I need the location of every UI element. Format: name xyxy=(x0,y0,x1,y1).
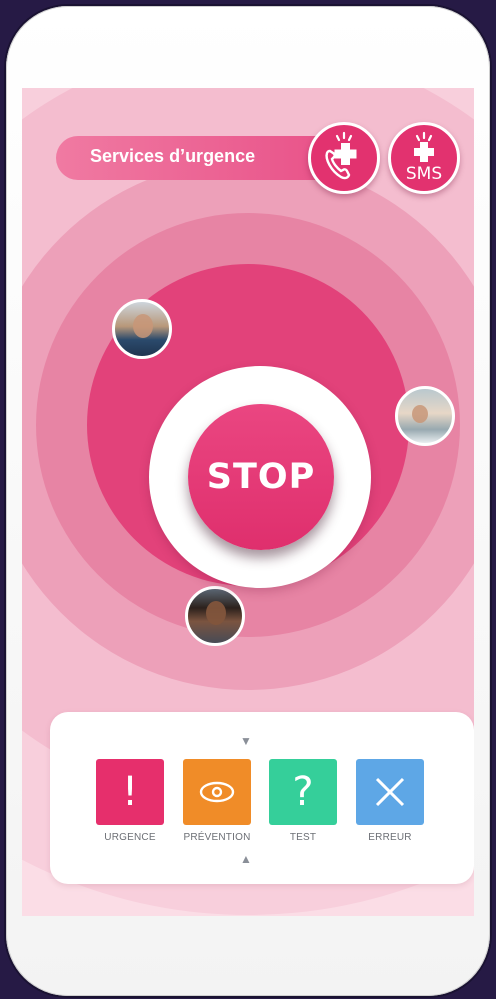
avatar-face xyxy=(206,601,226,625)
emergency-call-icon xyxy=(325,131,357,180)
mode-prevention-button[interactable] xyxy=(183,759,251,825)
mode-urgence-button[interactable]: ! xyxy=(96,759,164,825)
contact-avatar-3[interactable] xyxy=(185,586,245,646)
stop-button[interactable]: STOP xyxy=(188,404,334,550)
contact-avatar-1[interactable] xyxy=(112,299,172,359)
mode-erreur-button[interactable] xyxy=(356,759,424,825)
phone-frame: Services d’urgence SMS STOP ▼ ! ? URGENC… xyxy=(6,6,490,996)
avatar-face xyxy=(412,405,428,423)
avatar-face xyxy=(133,314,153,338)
mode-test-button[interactable]: ? xyxy=(269,759,337,825)
close-icon xyxy=(375,777,405,807)
app-screen: Services d’urgence SMS STOP ▼ ! ? URGENC… xyxy=(22,88,474,916)
mode-test-label: TEST xyxy=(289,832,317,843)
mode-erreur-label: ERREUR xyxy=(368,832,412,843)
exclamation-icon: ! xyxy=(121,769,139,815)
arrow-down-icon: ▼ xyxy=(240,734,252,748)
mode-panel: ▼ ! ? URGENCE PRÉVENTION TEST ERREUR ▲ xyxy=(50,712,474,884)
sms-text: SMS xyxy=(406,164,442,184)
emergency-call-button[interactable] xyxy=(308,122,380,194)
arrow-up-icon: ▲ xyxy=(240,852,252,866)
emergency-sms-button[interactable]: SMS xyxy=(388,122,460,194)
mode-urgence-label: URGENCE xyxy=(104,832,156,843)
mode-prevention-label: PRÉVENTION xyxy=(183,832,251,843)
emergency-sms-icon: SMS xyxy=(406,131,442,184)
contact-avatar-2[interactable] xyxy=(395,386,455,446)
services-label: Services d’urgence xyxy=(90,146,256,166)
question-icon: ? xyxy=(292,769,314,815)
eye-icon xyxy=(199,781,235,803)
